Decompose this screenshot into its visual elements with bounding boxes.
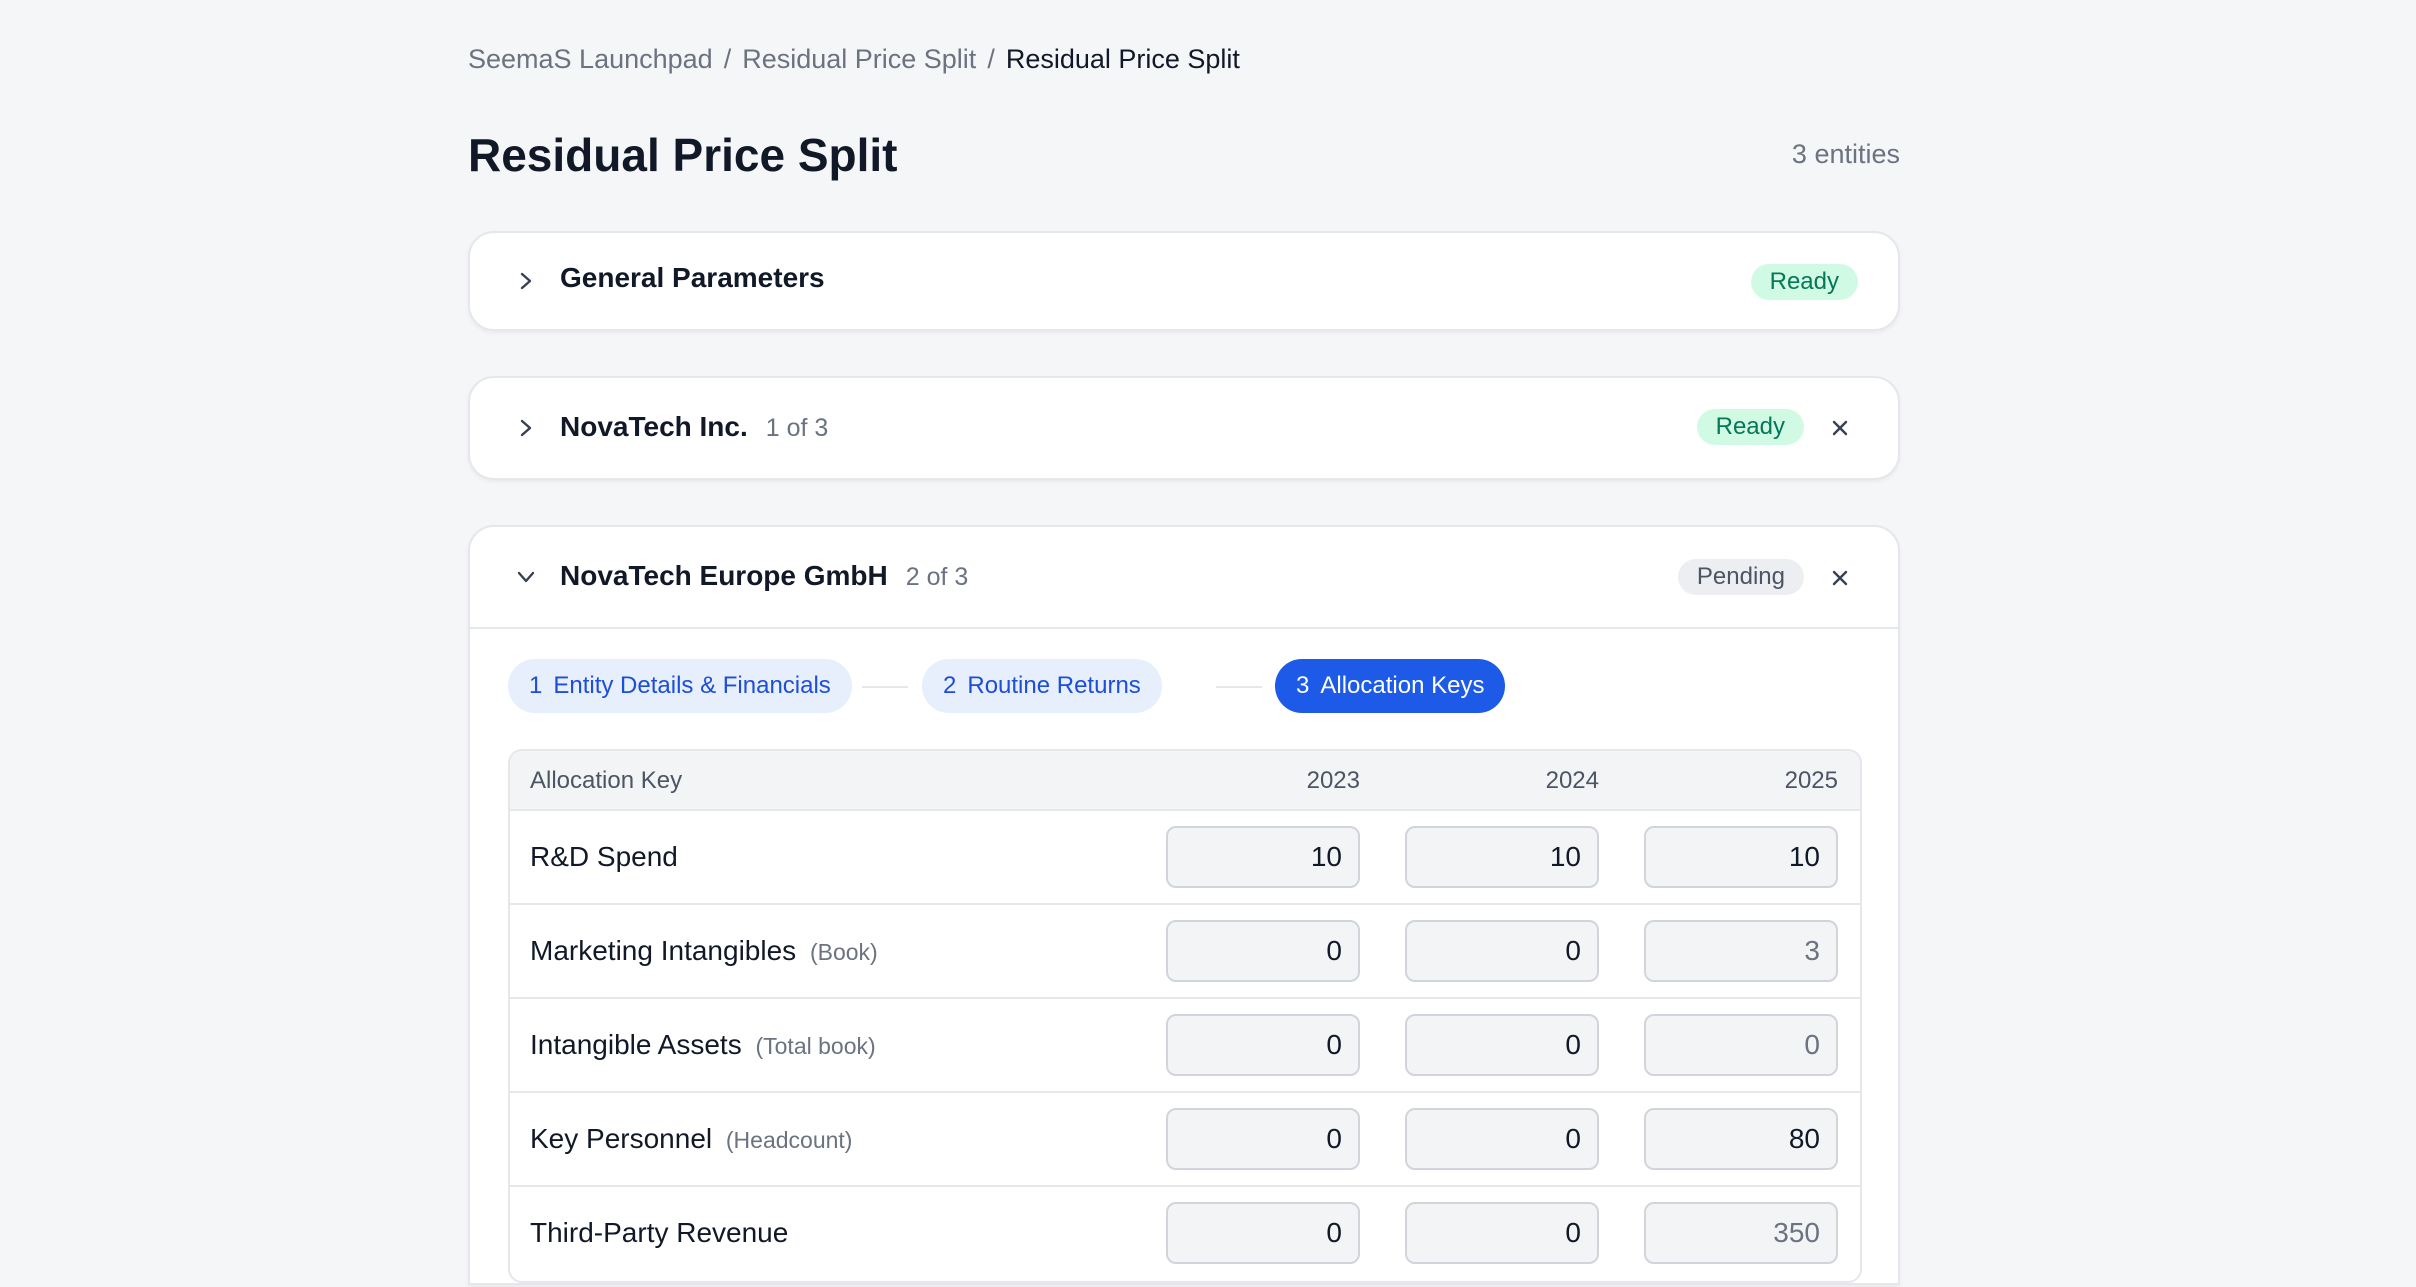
column-header-key: Allocation Key [530, 767, 683, 794]
entity-card-body: 1 Entity Details & Financials 2 Routine Re… [470, 627, 1898, 1287]
entity-name: NovaTech Europe GmbH [560, 560, 888, 591]
value-input[interactable]: 350 [1644, 1202, 1838, 1264]
entity-card-novatech-inc: NovaTech Inc. 1 of 3 Ready [468, 376, 1900, 480]
entity-name: NovaTech Inc. [560, 411, 748, 442]
row-label: Third-Party Revenue [530, 1217, 789, 1248]
step-connector [1216, 686, 1262, 688]
row-hint: (Book) [809, 939, 878, 965]
table-row: Third-Party Revenue 0 0 350 [510, 1187, 1860, 1281]
table-header: Allocation Key 2023 2024 2025 [510, 751, 1860, 811]
entity-position: 2 of 3 [905, 563, 969, 591]
table-row: Intangible Assets (Total book) 0 0 0 [510, 999, 1860, 1093]
general-parameters-title: General Parameters [560, 262, 825, 293]
value-input[interactable]: 10 [1405, 826, 1599, 888]
chevron-down-icon[interactable] [511, 562, 541, 592]
row-label: R&D Spend [530, 841, 678, 872]
breadcrumb-separator: / [723, 44, 732, 74]
row-hint: (Headcount) [725, 1127, 853, 1153]
entity-title: NovaTech Inc. 1 of 3 [560, 411, 828, 443]
value-input[interactable]: 80 [1644, 1108, 1838, 1170]
breadcrumb-item-residual-price-split[interactable]: Residual Price Split [742, 44, 976, 74]
step-connector [862, 686, 908, 688]
breadcrumb-item-current: Residual Price Split [1005, 44, 1240, 74]
breadcrumb-item-launchpad[interactable]: SeemaS Launchpad [468, 44, 713, 74]
value-input[interactable]: 0 [1405, 920, 1599, 982]
value-input[interactable]: 0 [1405, 1202, 1599, 1264]
close-icon[interactable] [1826, 564, 1854, 592]
step-entity-details[interactable]: 1 Entity Details & Financials [508, 659, 852, 713]
column-header-2023: 2023 [1306, 767, 1360, 794]
step-allocation-keys[interactable]: 3 Allocation Keys [1275, 659, 1506, 713]
entity-count: 3 entities [1791, 139, 1900, 169]
column-header-2025: 2025 [1784, 767, 1838, 794]
general-parameters-card: General Parameters Ready [468, 231, 1900, 331]
close-icon[interactable] [1826, 414, 1854, 442]
row-label: Key Personnel (Headcount) [530, 1123, 853, 1154]
row-label: Intangible Assets (Total book) [530, 1029, 876, 1060]
value-input[interactable]: 0 [1166, 1202, 1360, 1264]
row-label: Marketing Intangibles (Book) [530, 935, 878, 966]
page-title: Residual Price Split [468, 129, 898, 181]
value-input[interactable]: 3 [1644, 920, 1838, 982]
value-input[interactable]: 0 [1166, 1108, 1360, 1170]
column-header-2024: 2024 [1545, 767, 1599, 794]
status-badge: Ready [1750, 264, 1858, 300]
entity-card-header[interactable]: NovaTech Europe GmbH 2 of 3 Pending [470, 527, 1898, 627]
value-input[interactable]: 0 [1405, 1108, 1599, 1170]
allocation-keys-table: Allocation Key 2023 2024 2025 R&D Spend … [508, 749, 1862, 1283]
chevron-right-icon[interactable] [511, 413, 541, 443]
value-input[interactable]: 0 [1166, 920, 1360, 982]
breadcrumb: SeemaS Launchpad / Residual Price Split / Re… [468, 44, 1240, 75]
table-row: R&D Spend 10 10 10 [510, 811, 1860, 905]
entity-title: NovaTech Europe GmbH 2 of 3 [560, 560, 968, 592]
row-hint: (Total book) [755, 1033, 876, 1059]
chevron-right-icon[interactable] [511, 266, 541, 296]
table-row: Marketing Intangibles (Book) 0 0 3 [510, 905, 1860, 999]
entity-card-novatech-europe: NovaTech Europe GmbH 2 of 3 Pending 1 Enti… [468, 525, 1900, 1285]
step-routine-returns[interactable]: 2 Routine Returns [922, 659, 1162, 713]
general-parameters-header[interactable]: General Parameters Ready [470, 233, 1898, 329]
status-badge: Ready [1696, 409, 1804, 445]
value-input[interactable]: 0 [1405, 1014, 1599, 1076]
entity-position: 1 of 3 [765, 414, 829, 442]
value-input[interactable]: 10 [1644, 826, 1838, 888]
value-input[interactable]: 10 [1166, 826, 1360, 888]
entity-card-header[interactable]: NovaTech Inc. 1 of 3 Ready [470, 378, 1898, 478]
value-input[interactable]: 0 [1644, 1014, 1838, 1076]
table-row: Key Personnel (Headcount) 0 0 80 [510, 1093, 1860, 1187]
breadcrumb-separator: / [987, 44, 995, 74]
value-input[interactable]: 0 [1166, 1014, 1360, 1076]
status-badge: Pending [1677, 559, 1804, 595]
